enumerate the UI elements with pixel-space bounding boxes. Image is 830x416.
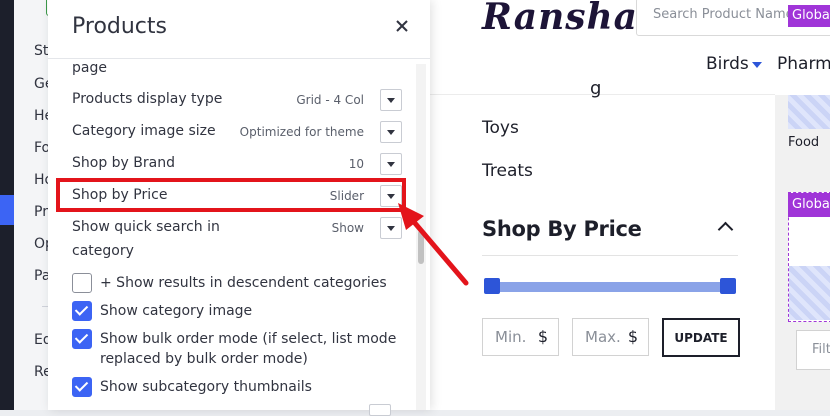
annotation-arrow-icon (398, 203, 469, 286)
